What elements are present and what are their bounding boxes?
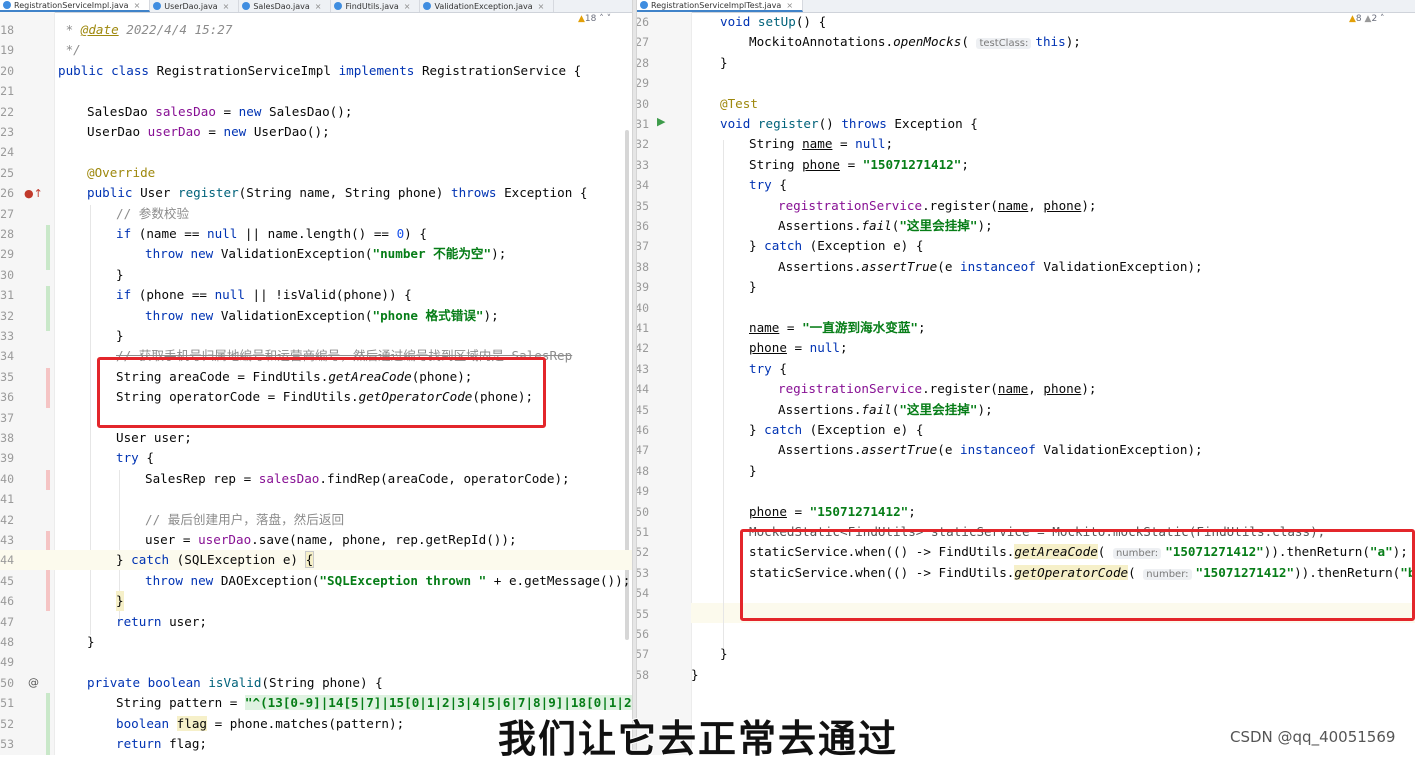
tab-validation-exception[interactable]: ValidationException.java × — [420, 0, 555, 12]
code-line: 49 — [637, 484, 649, 499]
java-class-icon — [3, 1, 11, 9]
code-line: 26 public User register(String name, Stri… — [0, 185, 588, 201]
code-line: 46} catch (Exception e) { — [637, 422, 924, 437]
code-line: 33} — [0, 328, 124, 343]
java-class-icon — [334, 2, 343, 10]
code-line: 37} catch (Exception e) { — [637, 238, 924, 254]
code-line: 21 — [0, 84, 14, 99]
tab-find-utils[interactable]: FindUtils.java × — [331, 0, 421, 12]
code-line: 26 void setUp() { — [637, 14, 827, 29]
code-line: 33 String phone = "15071271412"; — [637, 156, 969, 172]
code-line: 40 — [637, 300, 649, 315]
code-line: 25 @Override — [0, 164, 156, 180]
code-line: 24 — [0, 145, 14, 160]
code-line: 56 — [637, 627, 649, 641]
code-line: 45 throw new DAOException("SQLException t… — [0, 572, 631, 588]
close-icon[interactable]: × — [315, 2, 322, 11]
code-line: 32 throw new ValidationException("phone 格… — [0, 307, 499, 323]
code-line: 30 @Test — [637, 95, 758, 111]
code-line: 44} catch (SQLException e) { — [0, 550, 632, 571]
close-icon[interactable]: × — [223, 2, 230, 11]
code-line: 50 phone = "15071271412"; — [637, 503, 916, 519]
code-line: 28} — [637, 54, 728, 70]
java-class-icon — [153, 2, 162, 10]
code-line: 43 user = userDao.save(name, phone, rep.g… — [0, 532, 517, 547]
code-line: 32 String name = null; — [637, 136, 894, 152]
code-line: 58} — [637, 666, 699, 682]
code-line: 27 MockitoAnnotations.openMocks( testClas… — [637, 34, 1081, 50]
code-line: 22 SalesDao salesDao = new SalesDao(); — [0, 103, 353, 119]
code-line: 31 if (phone == null || !isValid(phone)) … — [0, 287, 412, 303]
code-line: 34 try { — [637, 177, 787, 193]
tab-user-dao[interactable]: UserDao.java × — [150, 0, 240, 12]
code-line: 20 public class RegistrationServiceImpl i… — [0, 62, 582, 78]
code-line: 41 name = "一直游到海水变蓝"; — [637, 320, 926, 335]
code-line: 40 SalesRep rep = salesDao.findRep(areaCo… — [0, 470, 570, 486]
highlight-box-left — [97, 357, 546, 428]
code-line: 39 try { — [0, 450, 154, 466]
code-line: 48} — [637, 462, 757, 478]
code-line: 28 if (name == null || name.length() == 0… — [0, 226, 427, 241]
code-line: 46} — [0, 591, 632, 612]
java-class-icon — [423, 2, 432, 10]
code-line: 57} — [637, 646, 728, 662]
parameter-hint: testClass: — [976, 38, 1032, 50]
tab-registration-service-impl[interactable]: RegistrationServiceImpl.java × — [0, 0, 151, 12]
code-line: 42// 最后创建用户，落盘，然后返回 — [0, 511, 345, 527]
csdn-watermark: CSDN @qq_40051569 — [1230, 728, 1396, 746]
code-line: 27// 参数校验 — [0, 205, 190, 221]
code-line: 45 Assertions.fail("这里会挂掉"); — [637, 401, 993, 417]
code-line: 36 Assertions.fail("这里会挂掉"); — [637, 218, 993, 233]
code-line: 42 phone = null; — [637, 340, 848, 356]
code-line: 23 UserDao userDao = new UserDao(); — [0, 124, 330, 139]
code-line: 38 Assertions.assertTrue(e instanceof Val… — [637, 258, 1203, 274]
close-icon[interactable]: × — [786, 1, 793, 10]
highlight-box-right — [740, 529, 1415, 621]
close-icon[interactable]: × — [134, 1, 141, 10]
code-line: 30} — [0, 266, 124, 282]
code-line: 39} — [637, 279, 757, 295]
code-line: 29 — [637, 76, 649, 91]
java-class-icon — [242, 2, 251, 10]
code-line: 50 private boolean isValid(String phone) … — [0, 674, 383, 690]
java-class-icon — [640, 1, 648, 9]
code-line: 47 return user; — [0, 613, 207, 629]
code-line: 38 User user; — [0, 430, 192, 445]
code-line: 43 try { — [637, 360, 787, 376]
code-line: 47 Assertions.assertTrue(e instanceof Val… — [637, 442, 1203, 458]
code-line: 49 — [0, 655, 14, 670]
code-line: 29 throw new ValidationException("number … — [0, 246, 507, 262]
left-tab-bar: RegistrationServiceImpl.java × UserDao.ja… — [0, 0, 632, 13]
code-line: 44 registrationService.register(name, pho… — [637, 381, 1097, 397]
code-line: 48} — [0, 634, 95, 649]
tab-registration-service-impl-test[interactable]: RegistrationServiceImplTest.java × — [637, 0, 804, 12]
code-line: 35 registrationService.register(name, pho… — [637, 197, 1097, 213]
code-line: 18 * @date 2022/4/4 15:27 — [0, 22, 233, 37]
close-icon[interactable]: × — [538, 2, 545, 11]
left-editor-pane[interactable]: RegistrationServiceImpl.java × UserDao.ja… — [0, 0, 632, 755]
code-line: 31 void register() throws Exception { — [637, 116, 978, 131]
code-line: 41 — [0, 492, 14, 507]
right-editor-pane[interactable]: RegistrationServiceImplTest.java × ▲8 ▲2 … — [637, 0, 1415, 755]
code-line: 19 */ — [0, 42, 81, 58]
tab-sales-dao[interactable]: SalesDao.java × — [239, 0, 332, 12]
close-icon[interactable]: × — [404, 2, 411, 11]
